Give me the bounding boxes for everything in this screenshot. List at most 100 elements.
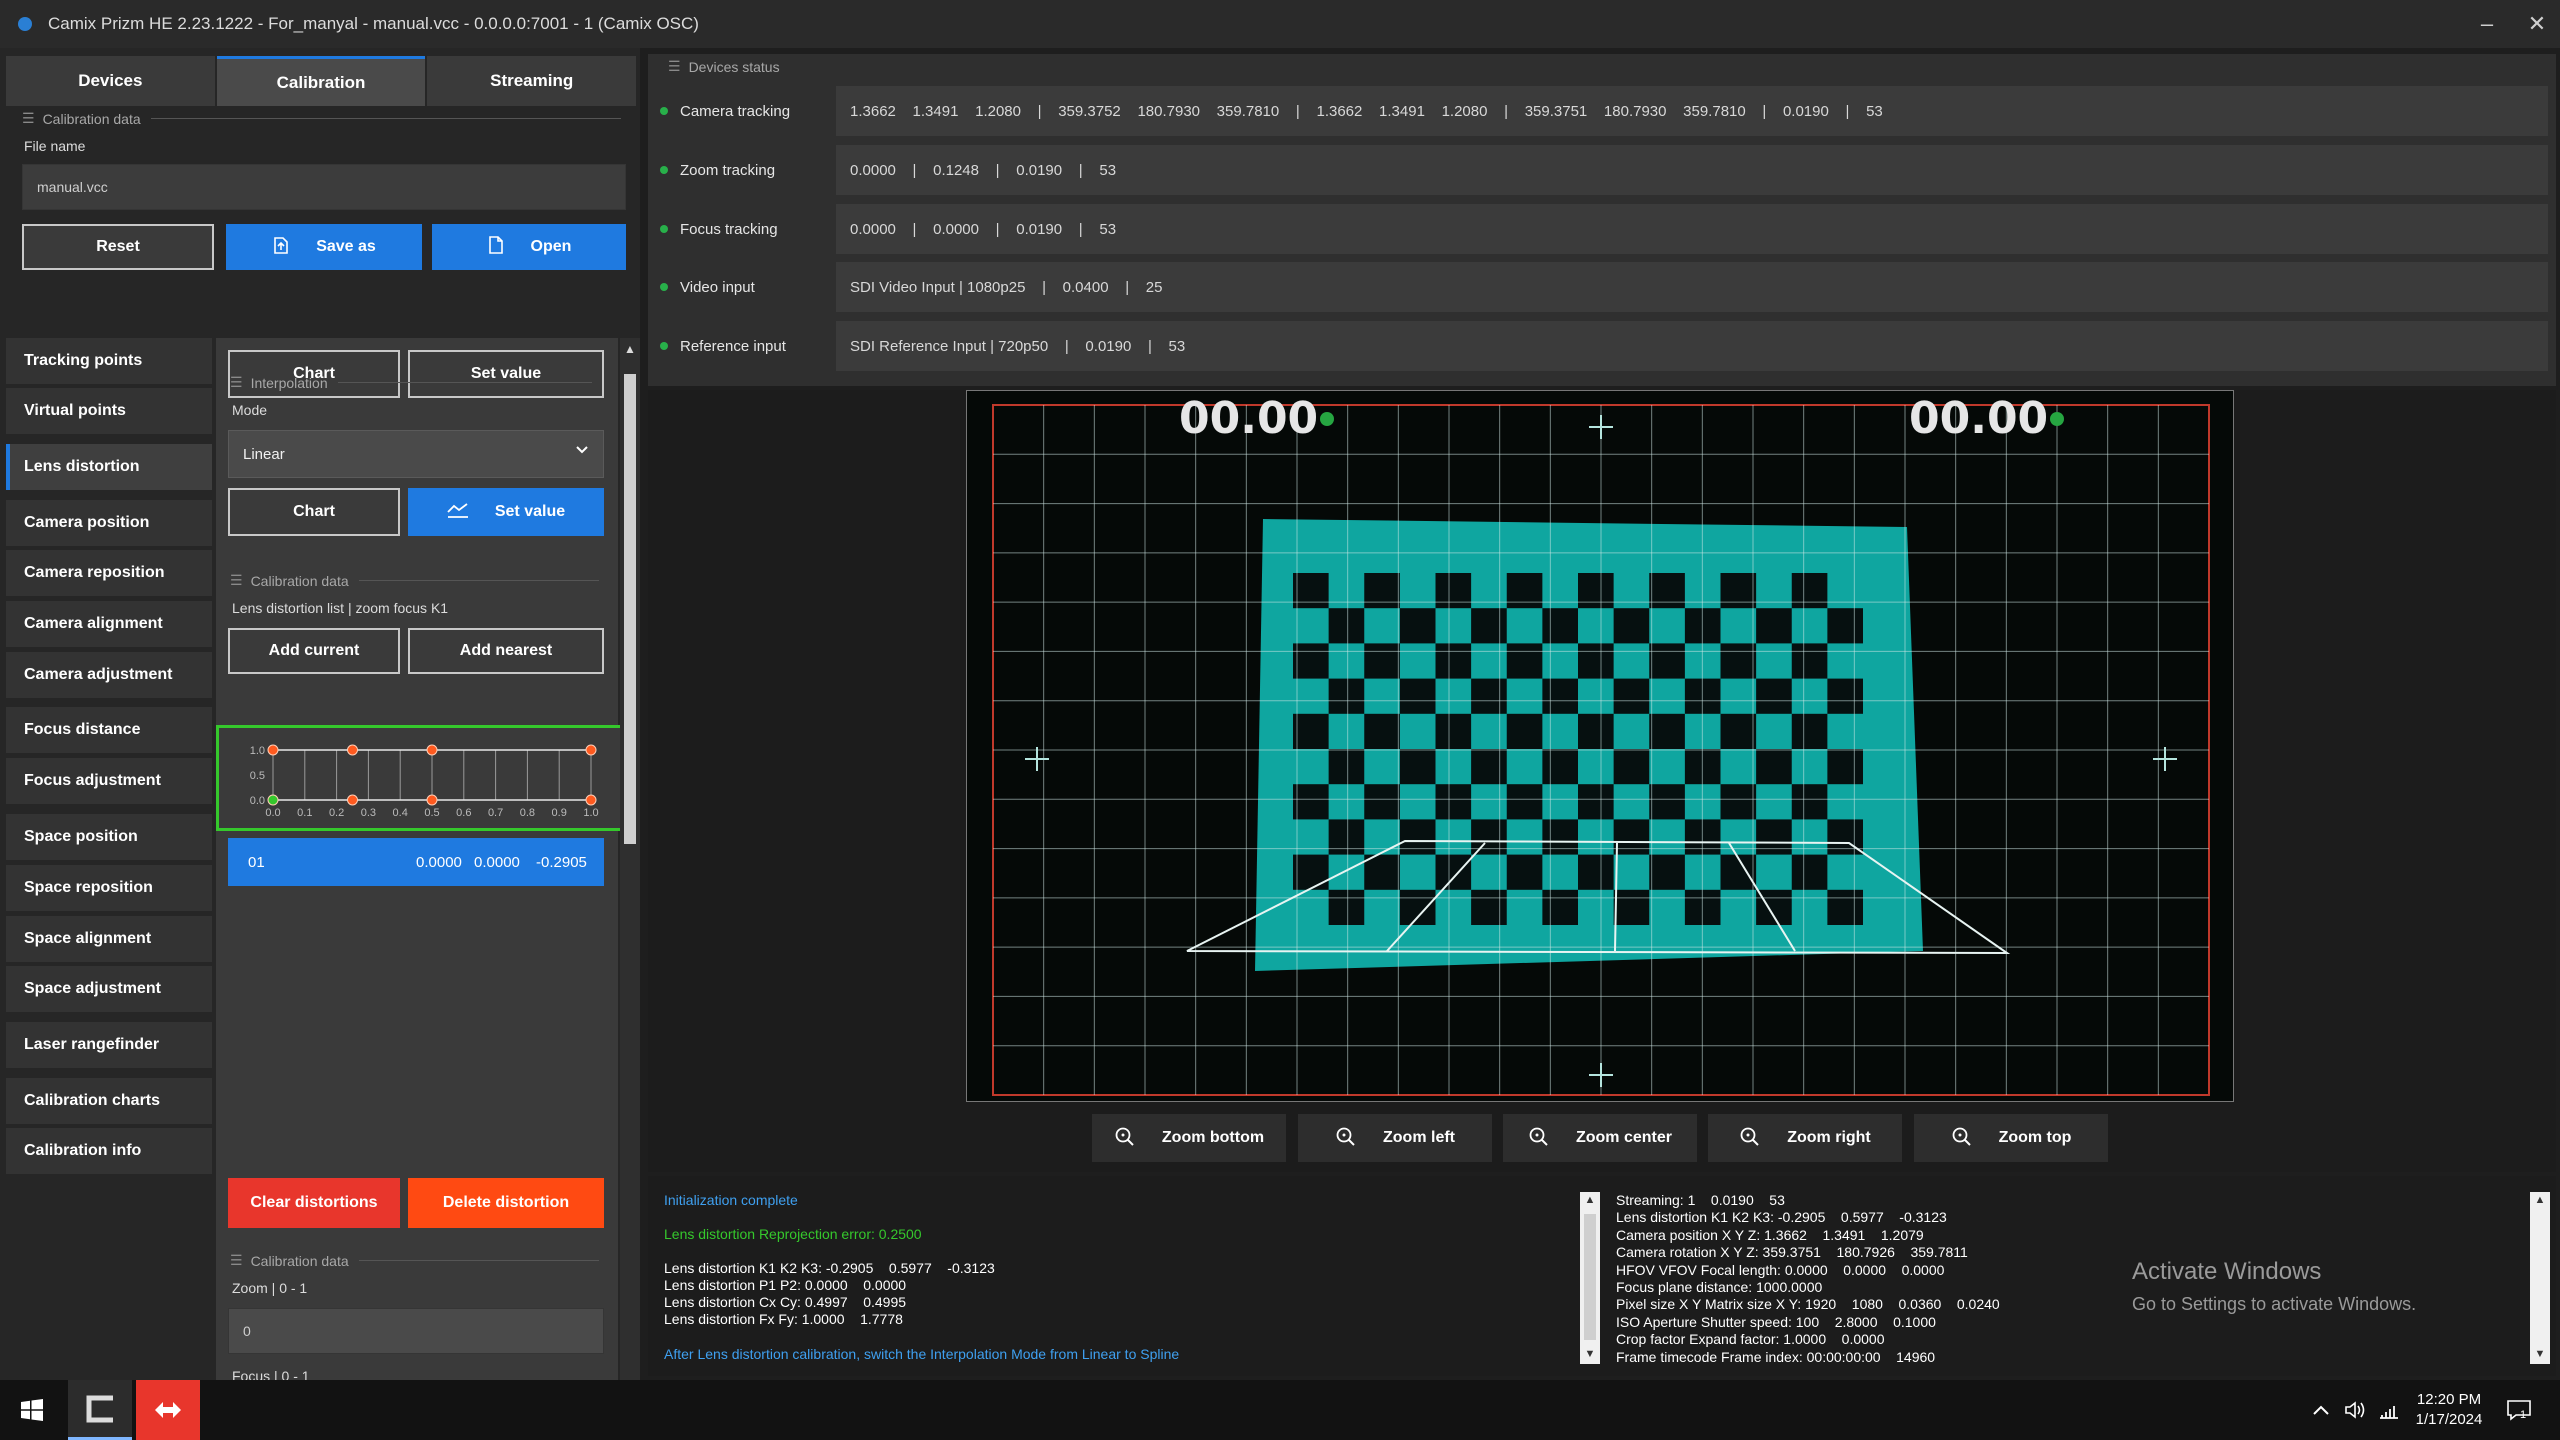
checker-square bbox=[1720, 573, 1757, 609]
nav-camera-reposition[interactable]: Camera reposition bbox=[6, 550, 212, 596]
save-file-icon bbox=[272, 235, 290, 260]
status-dot bbox=[660, 342, 668, 350]
checker-square bbox=[1791, 573, 1828, 609]
notification-icon[interactable]: 1 bbox=[2506, 1380, 2531, 1440]
log-c-coeffs: Lens distortion Cx Cy: 0.4997 0.4995 bbox=[664, 1294, 907, 1310]
checker-square bbox=[1649, 573, 1685, 609]
zoom-icon bbox=[1739, 1126, 1759, 1151]
nav-space-adjustment[interactable]: Space adjustment bbox=[6, 966, 212, 1012]
nav-space-reposition[interactable]: Space reposition bbox=[6, 865, 212, 911]
checker-square bbox=[1506, 784, 1543, 820]
checker-square bbox=[1328, 819, 1365, 855]
zoom-top-button[interactable]: Zoom top bbox=[1914, 1114, 2108, 1162]
camix-app-icon[interactable] bbox=[68, 1380, 132, 1440]
checker-square bbox=[1471, 678, 1507, 714]
mini-chart-x-tick: 0.7 bbox=[488, 807, 503, 819]
network-icon[interactable] bbox=[2378, 1380, 2400, 1440]
close-button[interactable]: ✕ bbox=[2512, 0, 2560, 48]
left-panel: Devices Calibration Streaming ☰ Calibrat… bbox=[0, 48, 640, 1428]
nav-focus-distance[interactable]: Focus distance bbox=[6, 707, 212, 753]
nav-camera-adjustment[interactable]: Camera adjustment bbox=[6, 652, 212, 698]
interpolation-mode-select[interactable]: Linear bbox=[228, 430, 604, 478]
checker-square bbox=[1827, 889, 1863, 925]
tab-streaming[interactable]: Streaming bbox=[427, 56, 637, 106]
tray-chevron-up-icon[interactable] bbox=[2312, 1380, 2330, 1440]
nav-virtual-points[interactable]: Virtual points bbox=[6, 388, 212, 434]
checker-square bbox=[1720, 784, 1757, 820]
nav-camera-position[interactable]: Camera position bbox=[6, 500, 212, 546]
checker-square bbox=[1613, 608, 1650, 644]
add-current-button[interactable]: Add current bbox=[228, 628, 400, 674]
scroll-up-arrow-icon[interactable]: ▲ bbox=[620, 340, 640, 358]
nav-tracking-points[interactable]: Tracking points bbox=[6, 338, 212, 384]
log-scrollbar[interactable]: ▲ ▼ bbox=[1580, 1192, 1600, 1364]
log-line: HFOV VFOV Focal length: 0.0000 0.0000 0.… bbox=[1616, 1261, 1945, 1278]
zoom-input[interactable]: 0 bbox=[228, 1308, 604, 1354]
nav-calibration-charts[interactable]: Calibration charts bbox=[6, 1078, 212, 1124]
scroll-up-arrow-icon[interactable]: ▲ bbox=[1580, 1192, 1600, 1210]
minimize-button[interactable]: – bbox=[2462, 0, 2512, 48]
nav-camera-alignment[interactable]: Camera alignment bbox=[6, 601, 212, 647]
checker-square bbox=[1471, 608, 1507, 644]
add-nearest-button[interactable]: Add nearest bbox=[408, 628, 604, 674]
devices-status-panel: ☰ Devices status Camera tracking 1.3662 … bbox=[648, 54, 2556, 386]
remote-app-icon[interactable] bbox=[136, 1380, 200, 1440]
file-name-label: File name bbox=[24, 138, 86, 154]
checker-square bbox=[1328, 678, 1365, 714]
tab-calibration[interactable]: Calibration bbox=[216, 56, 426, 106]
zoom-left-button[interactable]: Zoom left bbox=[1298, 1114, 1492, 1162]
clear-distortions-button[interactable]: Clear distortions bbox=[228, 1178, 400, 1228]
timer-left: 00.00 bbox=[1179, 393, 1319, 444]
checker-square bbox=[1720, 713, 1757, 749]
nav-calibration-info[interactable]: Calibration info bbox=[6, 1128, 212, 1174]
zoom-center-button[interactable]: Zoom center bbox=[1503, 1114, 1697, 1162]
right-scrollbar[interactable]: ▲ ▼ bbox=[2530, 1192, 2550, 1364]
checker-square bbox=[1542, 889, 1578, 925]
nav-space-alignment[interactable]: Space alignment bbox=[6, 916, 212, 962]
set-value-button-2[interactable]: Set value bbox=[408, 488, 604, 536]
reset-button[interactable]: Reset bbox=[22, 224, 214, 270]
chart-line-icon bbox=[447, 502, 469, 523]
zoom-right-button[interactable]: Zoom right bbox=[1708, 1114, 1902, 1162]
nav-focus-adjustment[interactable]: Focus adjustment bbox=[6, 758, 212, 804]
status-dot bbox=[2050, 412, 2064, 426]
scroll-down-arrow-icon[interactable]: ▼ bbox=[1580, 1346, 1600, 1364]
status-row-focus-tracking: Focus tracking 0.0000 | 0.0000 | 0.0190 … bbox=[660, 204, 2550, 254]
subpanel-scrollbar[interactable]: ▲ ▼ bbox=[620, 338, 640, 1428]
lens-distortion-mini-chart[interactable]: 0.0 0.1 0.2 0.3 0.4 0.5 0.6 0.7 0.8 0.9 1.0 1.0 0.5 0… bbox=[216, 725, 624, 831]
nav-laser-rangefinder[interactable]: Laser rangefinder bbox=[6, 1022, 212, 1068]
camera-preview[interactable]: 00.00 00.00 bbox=[966, 390, 2234, 1102]
checker-square bbox=[1328, 608, 1365, 644]
status-dot bbox=[660, 166, 668, 174]
mini-chart-svg: 0.0 0.1 0.2 0.3 0.4 0.5 0.6 0.7 0.8 0.9 1.0 1.0 0.5 0… bbox=[250, 744, 599, 819]
scroll-down-arrow-icon[interactable]: ▼ bbox=[2530, 1346, 2550, 1364]
checker-square bbox=[1328, 749, 1365, 785]
checker-square bbox=[1542, 749, 1578, 785]
nav-space-position[interactable]: Space position bbox=[6, 814, 212, 860]
checker-square bbox=[1364, 643, 1400, 679]
checker-square bbox=[1756, 608, 1792, 644]
taskbar-clock[interactable]: 12:20 PM 1/17/2024 bbox=[2400, 1390, 2498, 1430]
tab-devices[interactable]: Devices bbox=[6, 56, 215, 106]
log-line: ISO Aperture Shutter speed: 100 2.8000 0… bbox=[1616, 1313, 1936, 1330]
scroll-up-arrow-icon[interactable]: ▲ bbox=[2530, 1192, 2550, 1210]
volume-icon[interactable] bbox=[2344, 1380, 2366, 1440]
windows-start-icon[interactable] bbox=[0, 1380, 64, 1440]
main-tabs: Devices Calibration Streaming bbox=[6, 56, 638, 106]
zoom-bottom-button[interactable]: Zoom bottom bbox=[1092, 1114, 1286, 1162]
file-name-field[interactable]: manual.vcc bbox=[22, 164, 626, 210]
checker-square bbox=[1791, 854, 1828, 890]
scroll-thumb[interactable] bbox=[1584, 1214, 1596, 1340]
save-as-button[interactable]: Save as bbox=[226, 224, 422, 270]
menu-icon: ☰ bbox=[230, 572, 243, 588]
list-item[interactable]: 01 0.0000 0.0000 -0.2905 bbox=[228, 838, 604, 886]
checker-square bbox=[1542, 678, 1578, 714]
delete-distortion-button[interactable]: Delete distortion bbox=[408, 1178, 604, 1228]
app-icon bbox=[18, 17, 32, 31]
scroll-thumb[interactable] bbox=[624, 374, 636, 844]
open-button[interactable]: Open bbox=[432, 224, 626, 270]
chart-button-2[interactable]: Chart bbox=[228, 488, 400, 536]
mini-chart-point bbox=[426, 744, 438, 756]
nav-lens-distortion[interactable]: Lens distortion bbox=[6, 444, 212, 490]
log-line: Camera rotation X Y Z: 359.3751 180.7926… bbox=[1616, 1244, 1968, 1261]
